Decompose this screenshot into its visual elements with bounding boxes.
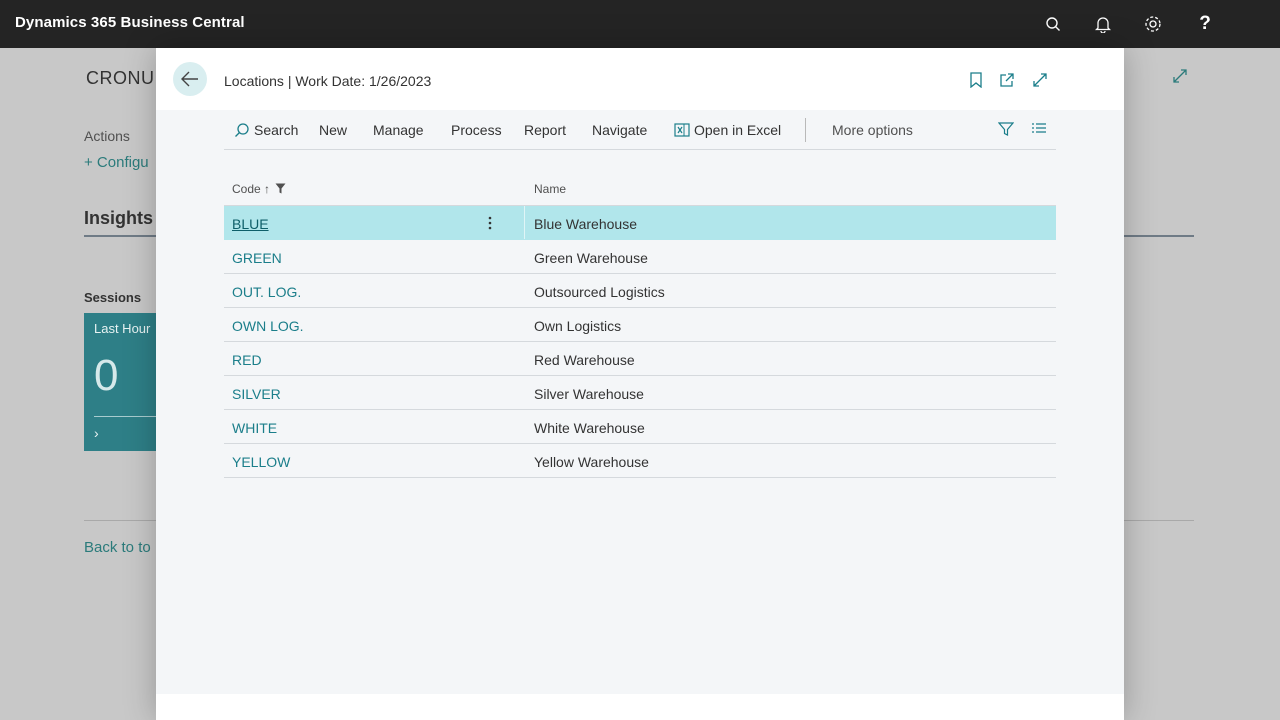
- name-cell: Silver Warehouse: [534, 386, 644, 402]
- sessions-heading: Sessions: [84, 290, 142, 305]
- dialog-header: Locations | Work Date: 1/26/2023: [156, 48, 1124, 110]
- table-row[interactable]: OUT. LOG. Outsourced Logistics: [224, 274, 1056, 308]
- open-new-window-icon[interactable]: [997, 70, 1017, 90]
- table-row[interactable]: WHITE White Warehouse: [224, 410, 1056, 444]
- list-view-icon[interactable]: [1031, 121, 1047, 140]
- sort-ascending-icon: ↑: [264, 182, 271, 196]
- code-column-header[interactable]: Code ↑: [232, 182, 286, 196]
- back-to-top-link[interactable]: Back to to: [84, 539, 151, 556]
- open-in-excel-label: Open in Excel: [694, 122, 782, 138]
- table-row[interactable]: BLUE Blue Warehouse: [224, 206, 1056, 240]
- code-column-label: Code: [232, 182, 261, 196]
- table-row[interactable]: YELLOW Yellow Warehouse: [224, 444, 1056, 478]
- table-row[interactable]: OWN LOG. Own Logistics: [224, 308, 1056, 342]
- action-bar: Search New Manage Process Report Navigat…: [224, 110, 1056, 150]
- help-icon[interactable]: ?: [1193, 12, 1217, 36]
- open-in-excel-action[interactable]: Open in Excel: [674, 122, 781, 138]
- code-cell[interactable]: WHITE: [232, 420, 277, 436]
- name-cell: Own Logistics: [534, 318, 622, 334]
- dialog-footer: [156, 694, 1124, 720]
- search-icon[interactable]: [1041, 12, 1065, 36]
- tile-title: Last Hour: [94, 321, 151, 336]
- code-cell[interactable]: OUT. LOG.: [232, 284, 301, 300]
- dialog-body: Search New Manage Process Report Navigat…: [156, 110, 1124, 694]
- tile-value: 0: [94, 351, 119, 400]
- code-cell[interactable]: OWN LOG.: [232, 318, 304, 334]
- tile-divider: [94, 416, 164, 417]
- name-cell: Green Warehouse: [534, 250, 648, 266]
- search-action[interactable]: Search: [234, 122, 298, 138]
- navigate-action[interactable]: Navigate: [592, 122, 647, 138]
- expand-icon[interactable]: [1172, 68, 1188, 88]
- search-label: Search: [254, 122, 299, 138]
- code-cell[interactable]: BLUE: [232, 216, 269, 232]
- configure-link[interactable]: + Configu: [84, 154, 149, 171]
- table-header: Code ↑ Name: [224, 166, 1056, 206]
- page-title: Locations | Work Date: 1/26/2023: [224, 73, 432, 89]
- name-cell: Red Warehouse: [534, 352, 635, 368]
- filter-icon[interactable]: [997, 121, 1015, 140]
- name-cell: White Warehouse: [534, 420, 645, 436]
- bookmark-icon[interactable]: [966, 70, 986, 90]
- gear-icon[interactable]: [1141, 12, 1165, 36]
- company-name: CRONU: [86, 68, 155, 88]
- code-cell[interactable]: YELLOW: [232, 454, 290, 470]
- locations-table: Code ↑ Name BLUE Blue Warehouse GREEN Gr…: [224, 166, 1056, 478]
- name-column-header[interactable]: Name: [534, 182, 566, 196]
- back-button[interactable]: [173, 62, 207, 96]
- expand-icon[interactable]: [1030, 70, 1050, 90]
- actions-label: Actions: [84, 128, 130, 144]
- code-cell[interactable]: RED: [232, 352, 262, 368]
- table-row[interactable]: GREEN Green Warehouse: [224, 240, 1056, 274]
- chevron-right-icon[interactable]: ›: [94, 425, 99, 441]
- bell-icon[interactable]: [1091, 12, 1115, 36]
- manage-action[interactable]: Manage: [373, 122, 424, 138]
- more-vertical-icon[interactable]: [482, 215, 498, 231]
- more-options-action[interactable]: More options: [832, 122, 913, 138]
- locations-dialog: Locations | Work Date: 1/26/2023 Search …: [156, 48, 1124, 720]
- name-cell: Yellow Warehouse: [534, 454, 649, 470]
- table-row[interactable]: SILVER Silver Warehouse: [224, 376, 1056, 410]
- process-action[interactable]: Process: [451, 122, 502, 138]
- action-separator: [805, 118, 806, 142]
- name-cell: Blue Warehouse: [534, 216, 637, 232]
- back-arrow-icon: [181, 71, 198, 87]
- app-top-bar: Dynamics 365 Business Central ?: [0, 0, 1280, 48]
- app-title[interactable]: Dynamics 365 Business Central: [15, 14, 245, 31]
- code-cell[interactable]: GREEN: [232, 250, 282, 266]
- code-cell[interactable]: SILVER: [232, 386, 281, 402]
- report-action[interactable]: Report: [524, 122, 566, 138]
- filter-applied-icon: [275, 183, 286, 194]
- search-icon: [235, 123, 249, 137]
- column-divider: [524, 206, 525, 239]
- insights-heading: Insights: [84, 208, 154, 228]
- new-action[interactable]: New: [319, 122, 347, 138]
- excel-icon: [674, 123, 690, 137]
- name-cell: Outsourced Logistics: [534, 284, 665, 300]
- table-row[interactable]: RED Red Warehouse: [224, 342, 1056, 376]
